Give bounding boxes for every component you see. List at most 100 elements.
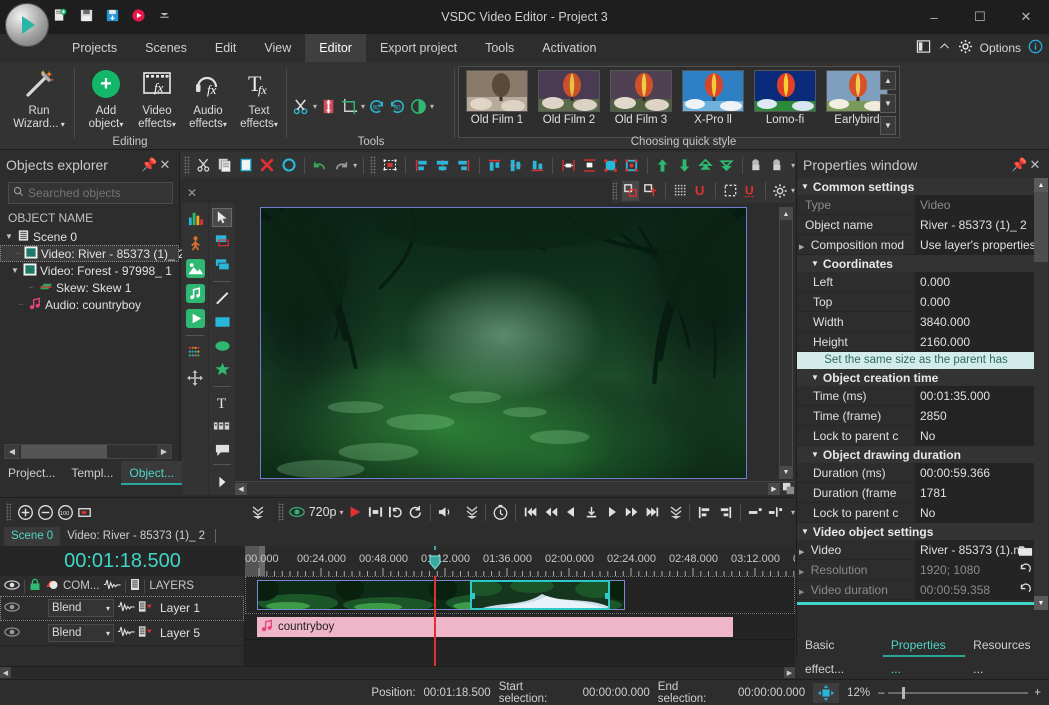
layer-menu-icon[interactable] bbox=[138, 625, 153, 641]
copy-icon[interactable] bbox=[216, 155, 234, 175]
rotate-left-icon[interactable]: 90 bbox=[367, 96, 386, 116]
scroll-down-icon[interactable]: ▼ bbox=[1034, 596, 1048, 610]
zoom-slider-knob[interactable] bbox=[902, 687, 905, 699]
eye-icon[interactable] bbox=[4, 579, 20, 594]
property-row-top[interactable]: Top 0.000 bbox=[797, 292, 1035, 312]
tab-basic-effects[interactable]: Basic effect... bbox=[797, 633, 883, 657]
menu-editor[interactable]: Editor bbox=[305, 34, 366, 62]
scroll-right-icon[interactable]: ▶ bbox=[784, 667, 795, 678]
resolution-dropdown-icon[interactable]: ▾ bbox=[340, 508, 344, 517]
add-object-button[interactable]: + Add object▾ bbox=[80, 66, 132, 131]
transport-overflow-icon[interactable] bbox=[669, 505, 683, 520]
distribute-h-icon[interactable] bbox=[559, 155, 577, 175]
audio-object-icon[interactable] bbox=[185, 283, 205, 303]
property-group-object-creation-time[interactable]: ▼ Object creation time bbox=[797, 369, 1035, 386]
property-value[interactable]: 00:01:35.000 bbox=[915, 386, 1035, 406]
align-center-h-icon[interactable] bbox=[433, 155, 451, 175]
redo-icon[interactable] bbox=[332, 155, 350, 175]
clear-search-icon[interactable]: ✕ bbox=[187, 186, 197, 200]
preview-eye-icon[interactable] bbox=[289, 502, 306, 522]
cut-icon[interactable] bbox=[195, 155, 213, 175]
audio-clip-countryboy[interactable]: countryboy bbox=[257, 617, 733, 637]
style-x-pro-ll[interactable]: X-Pro ll bbox=[678, 70, 748, 134]
waveform-icon[interactable] bbox=[103, 578, 121, 594]
fast-forward-icon[interactable] bbox=[623, 502, 640, 522]
rotate-right-icon[interactable]: 90 bbox=[388, 96, 407, 116]
property-row-creation-lock-to-parent[interactable]: Lock to parent c No bbox=[797, 426, 1035, 446]
expander-icon[interactable]: ▼ bbox=[801, 182, 809, 191]
property-row-width[interactable]: Width 3840.000 bbox=[797, 312, 1035, 332]
send-backward-icon[interactable] bbox=[718, 155, 736, 175]
timeline-toolbar-overflow-icon[interactable] bbox=[251, 505, 265, 520]
distribute-v-icon[interactable] bbox=[580, 155, 598, 175]
properties-vertical-scrollbar[interactable]: ▲ ▼ bbox=[1034, 178, 1048, 610]
expander-icon[interactable]: ┈ bbox=[16, 249, 21, 258]
menu-tools[interactable]: Tools bbox=[471, 34, 528, 62]
group-objects-icon[interactable] bbox=[749, 155, 767, 175]
quick-access-more-icon[interactable] bbox=[156, 7, 173, 24]
menu-view[interactable]: View bbox=[250, 34, 305, 62]
send-to-back-icon[interactable] bbox=[675, 155, 693, 175]
property-value[interactable]: No bbox=[915, 426, 1035, 446]
bring-to-front-icon[interactable] bbox=[654, 155, 672, 175]
minimize-button[interactable]: – bbox=[911, 0, 957, 34]
rect-duplicate-tool-icon[interactable] bbox=[212, 255, 232, 274]
split-icon[interactable] bbox=[319, 96, 338, 116]
timeline-ruler[interactable]: 00.00000:24.00000:48.00001:12.00001:36.0… bbox=[245, 546, 795, 576]
lock-icon[interactable] bbox=[29, 578, 41, 594]
property-value[interactable]: 2160.000 bbox=[915, 332, 1035, 352]
close-button[interactable]: ✕ bbox=[1003, 0, 1049, 34]
zoom-100-icon[interactable]: 100 bbox=[57, 502, 74, 522]
menu-activation[interactable]: Activation bbox=[528, 34, 610, 62]
property-group-video-object-settings[interactable]: ▼ Video object settings bbox=[797, 523, 1035, 540]
app-logo[interactable] bbox=[6, 4, 48, 46]
expander-icon[interactable]: ▼ bbox=[811, 373, 819, 382]
layer-blend-mode-select[interactable]: Blend▾ bbox=[48, 599, 114, 617]
maximize-button[interactable]: ☐ bbox=[957, 0, 1003, 34]
cut-dropdown-icon[interactable]: ▾ bbox=[313, 102, 317, 111]
style-scroll-down-icon[interactable]: ▼ bbox=[880, 94, 896, 113]
settings-dropdown-icon[interactable]: ▾ bbox=[791, 186, 795, 195]
expander-icon[interactable]: ▶ bbox=[799, 569, 804, 576]
property-row-time-frame[interactable]: Time (frame) 2850 bbox=[797, 406, 1035, 426]
style-old-film-3[interactable]: Old Film 3 bbox=[606, 70, 676, 134]
timeline-tab-video-river[interactable]: Video: River - 85373 (1)_ 2 bbox=[60, 527, 212, 546]
repeat-icon[interactable] bbox=[407, 502, 424, 522]
rectangle-tool-icon[interactable] bbox=[212, 313, 232, 332]
search-box[interactable]: ✕ bbox=[8, 182, 173, 204]
zoom-in-icon[interactable] bbox=[16, 502, 33, 522]
close-icon[interactable]: ✕ bbox=[1027, 157, 1043, 173]
ungroup-objects-icon[interactable] bbox=[770, 155, 788, 175]
select-shape-icon[interactable] bbox=[280, 155, 298, 175]
property-value[interactable]: No bbox=[915, 503, 1035, 523]
new-project-icon[interactable] bbox=[52, 7, 69, 24]
subtitle-tool-icon[interactable] bbox=[212, 417, 232, 436]
expander-icon[interactable]: ▼ bbox=[4, 232, 14, 241]
property-value[interactable]: River - 85373 (1)_ 2 bbox=[915, 215, 1035, 235]
trim-end-icon[interactable] bbox=[717, 502, 734, 522]
volume-icon[interactable] bbox=[437, 502, 454, 522]
save-icon[interactable] bbox=[78, 7, 95, 24]
style-scroll-up-icon[interactable]: ▲ bbox=[880, 71, 896, 90]
more-tools-icon[interactable] bbox=[212, 472, 232, 491]
rewind-icon[interactable] bbox=[542, 502, 559, 522]
align-right-icon[interactable] bbox=[454, 155, 472, 175]
expander-icon[interactable]: ▼ bbox=[811, 259, 819, 268]
group-dropdown-icon[interactable]: ▾ bbox=[791, 161, 795, 170]
step-back-icon[interactable] bbox=[563, 502, 580, 522]
toolbar-grip[interactable] bbox=[184, 156, 190, 174]
tab-projects[interactable]: Project... bbox=[0, 461, 63, 485]
zoom-out-icon[interactable] bbox=[37, 502, 54, 522]
timer-icon[interactable] bbox=[492, 502, 509, 522]
property-value[interactable]: 0.000 bbox=[915, 292, 1035, 312]
composition-mode-icon[interactable] bbox=[45, 578, 59, 594]
property-value[interactable]: 3840.000 bbox=[915, 312, 1035, 332]
tab-resources[interactable]: Resources ... bbox=[965, 633, 1049, 657]
scroll-left-icon[interactable]: ◀ bbox=[0, 667, 11, 678]
property-group-common-settings[interactable]: ▼ Common settings bbox=[797, 178, 1035, 195]
timeline-grip[interactable] bbox=[6, 503, 11, 521]
property-row-duration-frame[interactable]: Duration (frame 1781 bbox=[797, 483, 1035, 503]
property-group-coordinates[interactable]: ▼ Coordinates bbox=[797, 255, 1035, 272]
property-row-duration-lock-to-parent[interactable]: Lock to parent c No bbox=[797, 503, 1035, 523]
move-tool-icon[interactable] bbox=[185, 368, 205, 388]
